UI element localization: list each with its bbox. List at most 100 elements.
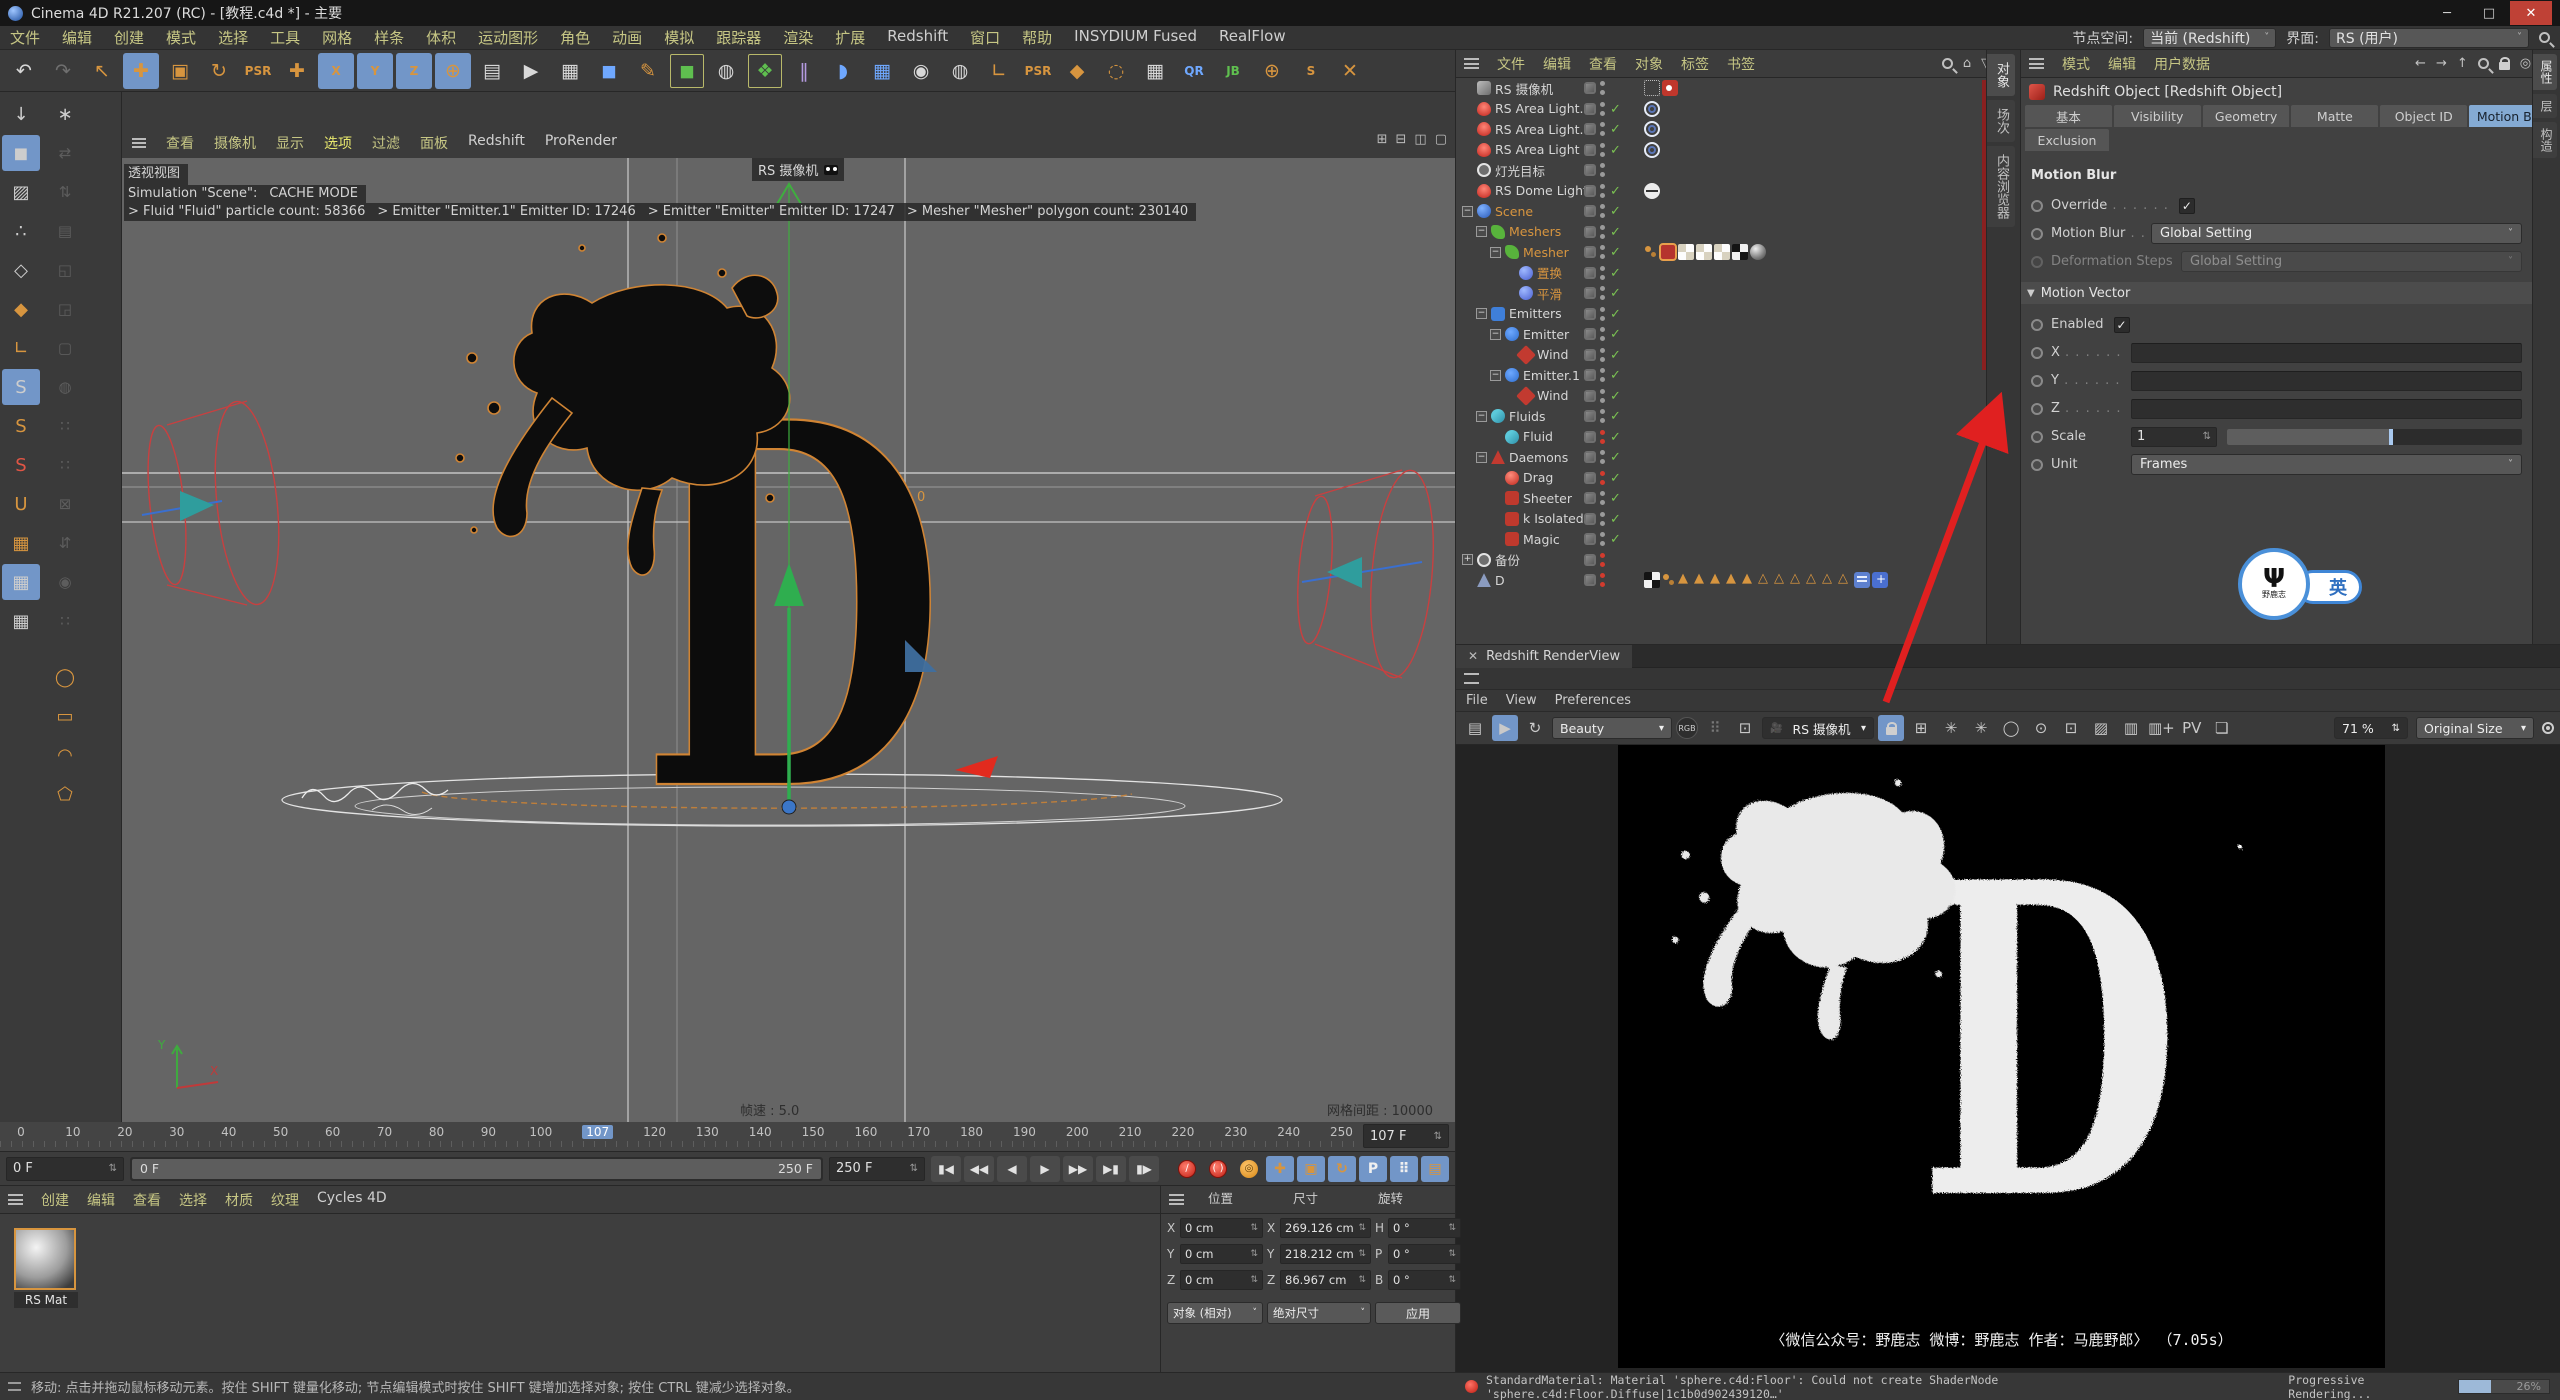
visibility-dots-icon[interactable] [1600,204,1606,218]
environment-button[interactable]: ▦ [864,53,900,89]
xp-grid-icon[interactable]: ∷ [46,447,84,483]
lasso-selection-tool[interactable]: ◠ [46,737,84,773]
timeline-tick[interactable]: 250 [1330,1125,1353,1139]
visibility-dots-icon[interactable] [1600,143,1606,157]
material-item[interactable]: RS Mat [14,1228,78,1308]
renderview-burger-icon[interactable] [1464,673,1479,684]
move-button[interactable]: ✚ [123,53,159,89]
timeline-tick[interactable]: 20 [114,1125,136,1139]
copy-image-button[interactable]: ❏ [2209,715,2235,741]
pane-layout-icon[interactable]: ◫ [1414,132,1426,147]
polygon-mode-button[interactable]: ◆ [2,291,40,327]
timeline-tick[interactable]: 210 [1119,1125,1142,1139]
layer-chip-icon[interactable] [1584,472,1596,484]
object-name[interactable]: 平滑 [1537,284,1562,303]
range-start-field[interactable]: 0 F⇅ [6,1157,124,1181]
bucket-grid-button[interactable]: ⠿ [1702,715,1728,741]
menu-item[interactable]: 工具 [270,27,300,48]
enabled-check-icon[interactable] [1610,388,1624,404]
axis-z-button[interactable]: Z [396,53,432,89]
object-row[interactable]: RS Dome Light [1456,181,1986,202]
render-picture-viewer-button[interactable]: ▶ [513,53,549,89]
enabled-check-icon[interactable] [1610,429,1624,445]
key-pla-button[interactable]: ⠿ [1390,1156,1418,1182]
rendered-image[interactable]: D 〈微信公众号：野鹿志 微博：野鹿志 作者：马鹿野郎〉 （7.05s） [1618,745,2385,1368]
field-button[interactable]: ◌ [1098,53,1134,89]
dotsel-tag-icon[interactable] [1644,80,1660,96]
layer-chip-icon[interactable] [1584,513,1596,525]
menu-item[interactable]: 窗口 [970,27,1000,48]
layer-chip-icon[interactable] [1584,349,1596,361]
menu-item[interactable]: 体积 [426,27,456,48]
object-name[interactable]: Meshers [1509,224,1561,239]
trio-tag-icon[interactable] [1774,572,1788,588]
uvw-tag-icon[interactable] [1714,244,1730,260]
visibility-dots-icon[interactable] [1600,368,1606,382]
tool-settings-button[interactable]: ∗ [46,96,84,132]
circle-region-button[interactable]: ◯ [1998,715,2024,741]
pane-layout-icon[interactable]: ⊞ [1377,132,1388,147]
visibility-dots-icon[interactable] [1600,184,1606,198]
renderview-menu-item[interactable]: Preferences [1555,693,1631,708]
object-name[interactable]: 备份 [1495,550,1520,569]
menu-item[interactable]: 选择 [218,27,248,48]
enabled-check-icon[interactable] [1610,367,1624,383]
expand-toggle-icon[interactable]: − [1476,226,1487,237]
visibility-dots-icon[interactable] [1600,163,1606,177]
object-row[interactable]: Fluid [1456,427,1986,448]
xp-cross-icon[interactable]: ⊠ [46,486,84,522]
object-row[interactable]: − Emitters [1456,304,1986,325]
expand-toggle-icon[interactable]: − [1490,370,1501,381]
renderview-settings-icon[interactable] [2542,722,2554,734]
history-back-icon[interactable]: ← [2415,56,2426,71]
object-row[interactable]: − Emitter.1 [1456,365,1986,386]
phong-tag-icon[interactable] [1644,572,1660,588]
add-image-button[interactable]: ▥+ [2148,715,2175,741]
circ-tag-icon[interactable] [1644,142,1660,158]
visibility-dots-icon[interactable] [1600,122,1606,136]
xp-box-icon[interactable]: ▤ [46,213,84,249]
enabled-check-icon[interactable] [1610,449,1624,465]
visibility-dots-icon[interactable] [1600,409,1606,423]
enabled-check-icon[interactable] [1610,265,1624,281]
xp-grid2-icon[interactable]: ∷ [46,603,84,639]
key-parameter-button[interactable]: P [1359,1156,1387,1182]
timeline-tick[interactable]: 100 [529,1125,552,1139]
jb-plugin-button[interactable]: JB [1215,53,1251,89]
workplane-rotate-button[interactable]: ▦ [2,603,40,639]
play-button[interactable]: ▶ [1030,1156,1060,1182]
tag-strip[interactable] [1644,80,1678,96]
enabled-check-icon[interactable] [1610,306,1624,322]
material-menu-item[interactable]: 编辑 [87,1190,115,1210]
renderview-menu-item[interactable]: View [1506,693,1537,708]
object-row[interactable]: + 备份 [1456,550,1986,571]
xparticles-button[interactable]: ✕ [1332,53,1368,89]
visibility-dots-icon[interactable] [1600,450,1606,464]
live-selection-button[interactable]: ↖ [84,53,120,89]
timeline-tick[interactable]: 70 [374,1125,396,1139]
enabled-check-icon[interactable] [1610,490,1624,506]
timeline-tick[interactable]: 60 [322,1125,344,1139]
menu-item[interactable]: 运动图形 [478,27,538,48]
render-view-button[interactable]: ▤ [474,53,510,89]
visibility-dots-icon[interactable] [1600,266,1606,280]
enabled-check-icon[interactable] [1610,101,1624,117]
xp-grid-red-icon[interactable]: ∷ [46,408,84,444]
xp-updown-icon[interactable]: ⇵ [46,525,84,561]
history-forward-icon[interactable]: → [2436,56,2447,71]
visibility-dots-icon[interactable] [1600,532,1606,546]
snowflake-geometry-button[interactable]: ✳ [1968,715,1994,741]
visibility-dots-icon[interactable] [1600,307,1606,321]
add-cube-button[interactable]: ◼ [591,53,627,89]
polygon-selection-tool[interactable]: ⬠ [46,776,84,812]
timeline-range-slider[interactable]: 0 F250 F [130,1157,823,1181]
object-name[interactable]: RS Area Light [1495,142,1580,157]
am-side-tab[interactable]: 层 [2533,94,2557,118]
renderview-menu-item[interactable]: File [1466,693,1488,708]
rgb-channel-icon[interactable]: RGB [1676,717,1698,739]
material-menu-item[interactable]: 查看 [133,1190,161,1210]
anim-dot-icon[interactable] [2031,200,2043,212]
object-row[interactable]: k Isolated [1456,509,1986,530]
object-name[interactable]: Daemons [1509,450,1568,465]
visibility-dots-icon[interactable] [1600,81,1606,95]
